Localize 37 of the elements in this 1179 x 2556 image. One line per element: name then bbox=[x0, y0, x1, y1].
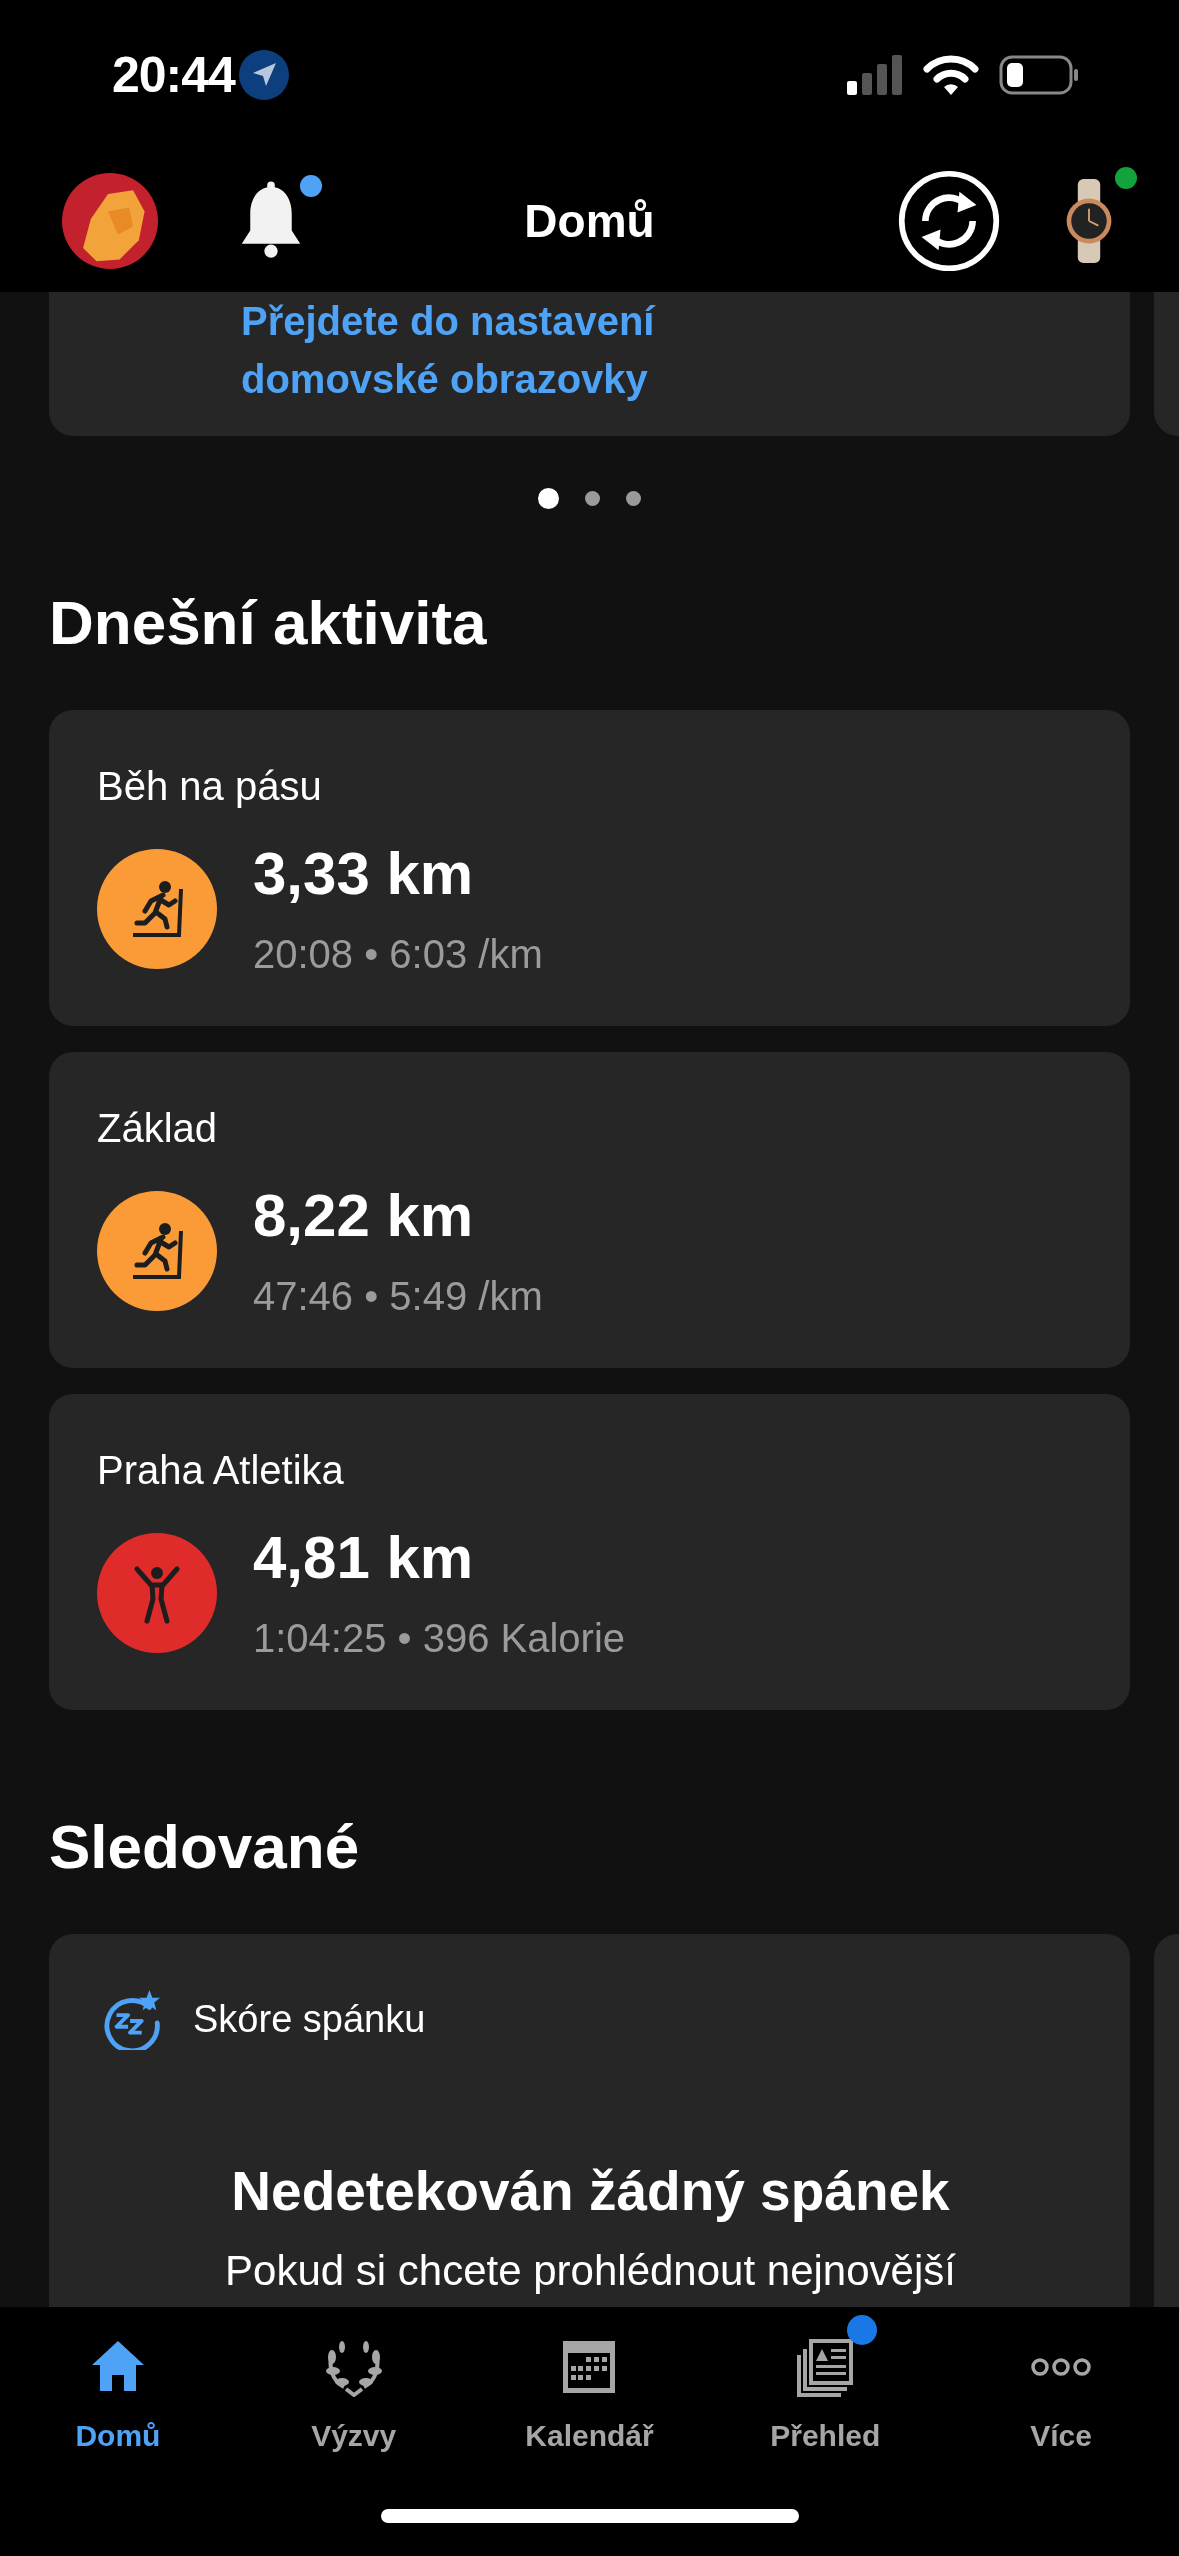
sleep-icon bbox=[101, 1988, 163, 2050]
activity-distance: 8,22 km bbox=[253, 1184, 474, 1248]
settings-link[interactable]: Přejdete do nastavení bbox=[241, 292, 655, 350]
sleep-card[interactable]: Skóre spánku Nedetekován žádný spánek Pokud si chcete prohlédnout nejnovější bbox=[49, 1934, 1130, 2307]
section-heading: Dnešní aktivita bbox=[49, 588, 488, 658]
activity-name: Praha Atletika bbox=[97, 1447, 344, 1494]
activity-card[interactable]: Běh na pásu 3,33 km 20:08 • 6:03 /km bbox=[49, 710, 1130, 1026]
card-title: Skóre spánku bbox=[193, 1997, 426, 2041]
page-dot[interactable] bbox=[538, 487, 559, 509]
tab-item[interactable]: Více bbox=[961, 2311, 1162, 2453]
page-title: Domů bbox=[523, 194, 656, 248]
activity-distance: 3,33 km bbox=[253, 842, 474, 906]
activity-card[interactable]: Praha Atletika 4,81 km 1:04:25 • 396 Kalorie bbox=[49, 1394, 1130, 1710]
location-icon bbox=[238, 50, 289, 100]
tab-item[interactable]: Výzvy bbox=[253, 2311, 454, 2453]
card-headline: Nedetekován žádný spánek bbox=[230, 2159, 951, 2224]
wifi-icon bbox=[923, 55, 979, 95]
page-dot[interactable] bbox=[626, 490, 641, 506]
activity-distance: 4,81 km bbox=[253, 1526, 474, 1590]
activity-summary: 20:08 • 6:03 /km bbox=[253, 931, 543, 978]
status-time: 20:44 bbox=[112, 46, 235, 104]
section-heading: Sledované bbox=[49, 1812, 361, 1882]
activity-name: Základ bbox=[97, 1105, 218, 1152]
sync-icon[interactable] bbox=[897, 169, 1001, 273]
settings-link[interactable]: domovské obrazovky bbox=[241, 350, 648, 408]
signal-icon bbox=[847, 55, 903, 95]
page-dot[interactable] bbox=[585, 490, 600, 506]
activity-summary: 47:46 • 5:49 /km bbox=[253, 1273, 543, 1320]
card-text: Pokud si chcete prohlédnout nejnovější bbox=[224, 2246, 957, 2296]
battery-icon bbox=[999, 55, 1079, 95]
tab-item[interactable]: Kalendář bbox=[489, 2311, 690, 2453]
tab-item[interactable]: Přehled bbox=[725, 2311, 926, 2453]
activity-card[interactable]: Základ 8,22 km 47:46 • 5:49 /km bbox=[49, 1052, 1130, 1368]
activity-summary: 1:04:25 • 396 Kalorie bbox=[253, 1615, 626, 1662]
activity-name: Běh na pásu bbox=[97, 763, 322, 810]
tab-item[interactable]: Domů bbox=[17, 2311, 218, 2453]
newspaper-icon bbox=[795, 2337, 856, 2397]
